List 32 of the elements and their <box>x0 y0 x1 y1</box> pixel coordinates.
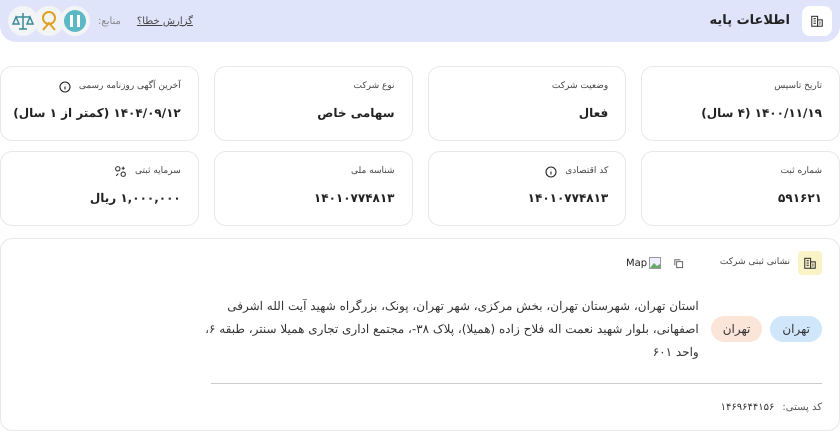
map-image: Map <box>626 256 662 270</box>
building-icon <box>810 14 824 28</box>
sources-label: منابع: <box>98 14 121 28</box>
copy-icon[interactable] <box>673 258 684 268</box>
card-value: ۱۴۰۱۰۷۷۴۸۱۳ <box>312 190 394 206</box>
city-tag: تهران <box>710 316 762 342</box>
section-title: اطلاعات پایه <box>710 12 790 30</box>
card-value: ۵۹۱۶۲۱ <box>777 190 822 206</box>
scales-icon[interactable] <box>8 6 38 36</box>
card-value: ۱۴۰۰/۱۱/۱۹ (۴ سال) <box>700 104 822 122</box>
city-tag: تهران <box>770 316 822 342</box>
info-icon[interactable] <box>545 166 558 178</box>
postal-label: کد پستی: <box>782 401 822 415</box>
card-value: ۱۴۰۱۰۷۷۴۸۱۳ <box>526 190 608 206</box>
address-title: نشانی ثبتی شرکت <box>720 256 790 270</box>
info-icon[interactable] <box>58 80 71 93</box>
card-value: سهامی خاص <box>316 104 394 122</box>
coins-icon <box>114 165 128 178</box>
postal-code: ۱۴۶۹۶۴۴۱۵۶ <box>720 401 774 415</box>
address-text: استان تهران، شهرستان تهران، بخش مرکزی، شهر تهران، پونک، بزرگراه شهید آیت الله اشرفی اصفهانی، بلوار شهید نعمت اله فلاح زاده (همیلا)، پلاک ۳۸-، مجتمع اداری تجاری همیلا سنتر، طبقه ۶، واحد ۶۰۱ <box>204 298 699 361</box>
building-icon <box>803 256 817 270</box>
card-label: کد اقتصادی <box>565 165 608 178</box>
card-label: آخرین آگهی روزنامه رسمی <box>78 80 181 93</box>
card-label: وضعیت شرکت <box>552 80 608 93</box>
card-label: نوع شرکت <box>353 80 394 93</box>
report-error-link[interactable]: گزارش خطا؟ <box>136 14 193 28</box>
card-label: شماره ثبت <box>780 165 822 178</box>
card-label: تاریخ تاسیس <box>774 80 822 93</box>
card-label: شناسه ملی <box>350 165 394 178</box>
card-label: سرمایه ثبتی <box>135 165 181 178</box>
card-value: ۱,۰۰۰,۰۰۰ ریال <box>88 190 181 206</box>
card-value: فعال <box>578 104 608 122</box>
